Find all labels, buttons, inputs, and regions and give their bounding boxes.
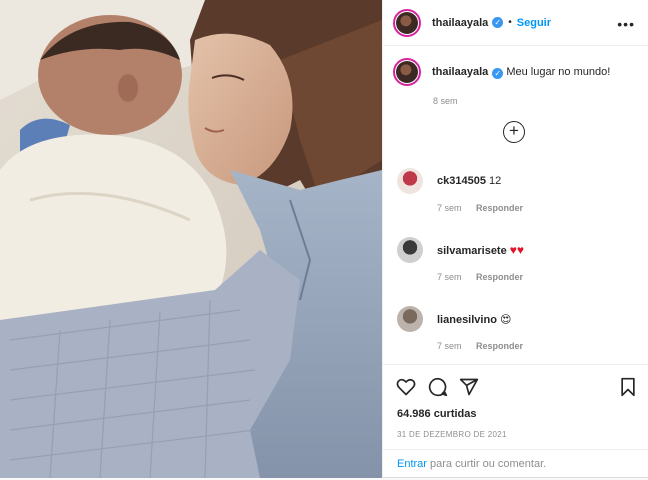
post-header: thailaayala ✓ • Seguir ••• (383, 0, 648, 46)
comment-icon[interactable] (428, 377, 448, 397)
author-avatar[interactable] (393, 8, 421, 37)
separator-dot: • (508, 17, 512, 28)
comment-item: ck314505 12 7 sem Responder (397, 168, 637, 213)
mother-and-baby-photo (0, 0, 382, 478)
comment-item: lianesilvino 😍 7 sem Responder (397, 306, 637, 351)
comment-text: ♥♥ (509, 243, 525, 257)
verified-badge-icon: ✓ (492, 17, 504, 28)
comment-username[interactable]: lianesilvino (437, 314, 497, 326)
comment-avatar[interactable] (397, 306, 423, 332)
post-actions-bar (383, 364, 648, 409)
bookmark-icon[interactable] (619, 377, 637, 397)
login-link[interactable]: Entrar (397, 458, 427, 470)
reply-button[interactable]: Responder (476, 203, 523, 213)
author-username[interactable]: thailaayala (432, 17, 488, 29)
login-suffix: para curtir ou comentar. (426, 458, 547, 470)
more-options-icon[interactable]: ••• (617, 16, 635, 32)
reply-button[interactable]: Responder (476, 272, 523, 282)
caption-text: Meu lugar no mundo! (506, 65, 611, 78)
verified-badge-icon: ✓ (492, 67, 504, 79)
instagram-post: thailaayala ✓ • Seguir ••• thailaayala ✓ … (0, 0, 648, 478)
follow-button[interactable]: Seguir (517, 17, 551, 29)
caption-avatar[interactable] (393, 58, 421, 86)
post-date[interactable]: 31 DE DEZEMBRO DE 2021 (397, 430, 507, 439)
comment-username[interactable]: ck314505 (437, 175, 486, 187)
post-side-panel: thailaayala ✓ • Seguir ••• thailaayala ✓ … (382, 0, 648, 478)
login-to-comment: Entrar para curtir ou comentar. (383, 449, 648, 478)
comment-text: 😍 (499, 313, 512, 326)
likes-count[interactable]: 64.986 curtidas (397, 408, 477, 420)
post-caption: thailaayala ✓ Meu lugar no mundo! 8 sem (393, 58, 639, 106)
comment-time[interactable]: 7 sem (437, 272, 462, 282)
comment-avatar[interactable] (397, 237, 423, 263)
comment-text: 12 (489, 175, 502, 187)
caption-time[interactable]: 8 sem (433, 96, 639, 106)
comment-avatar[interactable] (397, 168, 423, 194)
share-icon[interactable] (459, 377, 479, 397)
comment-username[interactable]: silvamarisete (437, 245, 507, 257)
heart-icon[interactable] (396, 377, 416, 397)
comment-time[interactable]: 7 sem (437, 341, 462, 351)
comment-time[interactable]: 7 sem (437, 203, 462, 213)
plus-circle-icon[interactable]: + (503, 121, 525, 143)
reply-button[interactable]: Responder (476, 341, 523, 351)
post-photo[interactable] (0, 0, 382, 478)
comment-item: silvamarisete ♥♥ 7 sem Responder (397, 237, 637, 282)
caption-username[interactable]: thailaayala (432, 66, 488, 78)
